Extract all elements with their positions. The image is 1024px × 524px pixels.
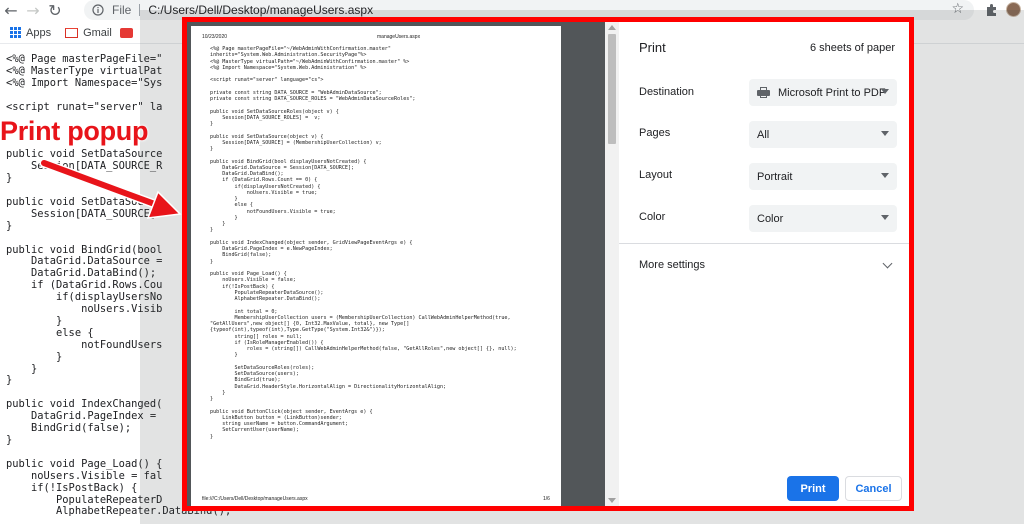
page-header-title: manageUsers.aspx bbox=[377, 34, 421, 40]
page-footer-path: file:///C:/Users/Dell/Desktop/manageUser… bbox=[202, 496, 308, 502]
bookmark-youtube[interactable] bbox=[119, 27, 137, 38]
chevron-down-icon bbox=[881, 215, 889, 220]
bookmark-apps-label: Apps bbox=[26, 26, 52, 39]
apps-grid-icon bbox=[10, 27, 21, 38]
youtube-icon bbox=[119, 27, 133, 38]
destination-select[interactable]: Microsoft Print to PDF bbox=[749, 79, 897, 106]
cancel-button[interactable]: Cancel bbox=[845, 476, 902, 501]
scrollbar-thumb[interactable] bbox=[608, 34, 616, 144]
print-preview-pane: 10/23/2020 manageUsers.aspx <%@ Page mas… bbox=[187, 22, 619, 506]
sheet-count: 6 sheets of paper bbox=[809, 42, 895, 54]
more-settings-toggle[interactable]: More settings bbox=[639, 259, 705, 271]
chevron-down-icon bbox=[881, 131, 889, 136]
layout-select[interactable]: Portrait bbox=[749, 163, 897, 190]
settings-divider bbox=[619, 243, 909, 244]
back-arrow-icon[interactable]: ← bbox=[0, 0, 22, 20]
screen: ← → ↻ File C:/Users/Dell/Desktop/manageU… bbox=[0, 0, 1024, 524]
bookmark-apps[interactable]: Apps bbox=[10, 27, 51, 39]
scroll-down-icon[interactable] bbox=[608, 498, 616, 503]
reload-icon[interactable]: ↻ bbox=[44, 0, 66, 20]
bookmark-gmail-label: Gmail bbox=[83, 26, 112, 39]
print-settings-panel: Print 6 sheets of paper Destination Micr… bbox=[619, 22, 909, 506]
preview-scrollbar[interactable] bbox=[605, 22, 619, 506]
layout-value: Portrait bbox=[757, 170, 793, 183]
scroll-up-icon[interactable] bbox=[608, 25, 616, 30]
print-button[interactable]: Print bbox=[787, 476, 839, 501]
pages-value: All bbox=[757, 128, 770, 141]
info-icon[interactable] bbox=[90, 2, 106, 18]
url-scheme: File bbox=[112, 3, 132, 17]
page-footer-number: 1/6 bbox=[543, 496, 550, 502]
pages-select[interactable]: All bbox=[749, 121, 897, 148]
page-code: <%@ Page masterPageFile="~/WebAdminWithC… bbox=[210, 46, 517, 440]
destination-label: Destination bbox=[639, 86, 695, 98]
pages-label: Pages bbox=[639, 127, 671, 139]
forward-arrow-icon[interactable]: → bbox=[22, 0, 44, 20]
color-label: Color bbox=[639, 211, 666, 223]
expand-chevron-icon[interactable] bbox=[882, 258, 893, 269]
annotation-label: Print popup bbox=[0, 116, 149, 146]
print-dialog: 10/23/2020 manageUsers.aspx <%@ Page mas… bbox=[182, 17, 914, 511]
bookmark-gmail[interactable]: Gmail bbox=[65, 27, 112, 39]
page-header-date: 10/23/2020 bbox=[202, 34, 228, 40]
color-select[interactable]: Color bbox=[749, 205, 897, 232]
chevron-down-icon bbox=[881, 89, 889, 94]
color-value: Color bbox=[757, 212, 784, 225]
printer-icon bbox=[757, 87, 770, 98]
chevron-down-icon bbox=[881, 173, 889, 178]
preview-page: 10/23/2020 manageUsers.aspx <%@ Page mas… bbox=[191, 26, 561, 506]
destination-value: Microsoft Print to PDF bbox=[778, 86, 886, 99]
layout-label: Layout bbox=[639, 169, 673, 181]
dialog-title: Print bbox=[639, 40, 666, 55]
gmail-icon bbox=[65, 27, 79, 38]
